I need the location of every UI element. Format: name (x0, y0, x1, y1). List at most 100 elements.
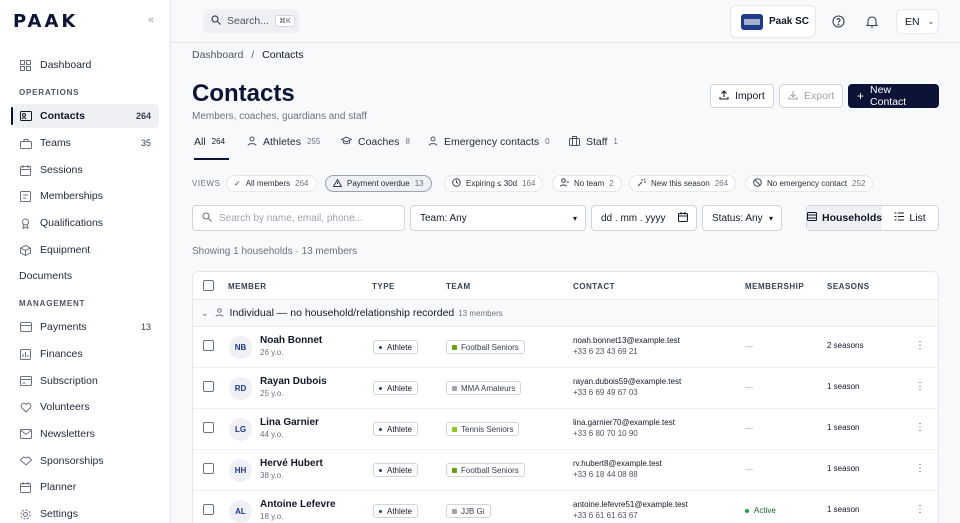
team-badge[interactable]: Football Seniors (446, 340, 525, 354)
sidebar-item-teams[interactable]: Teams 35 (11, 131, 159, 155)
contact-phone[interactable]: +33 6 61 61 63 67 (573, 511, 638, 520)
column-member[interactable]: MEMBER (228, 282, 267, 291)
table-row[interactable]: LG Lina Garnier 44 y.o. Athlete Tennis Senio… (193, 409, 938, 450)
sidebar-item-subscription[interactable]: Subscription (11, 369, 159, 393)
export-button[interactable]: Export (779, 84, 843, 108)
sidebar-item-finances[interactable]: Finances (11, 342, 159, 366)
column-contact[interactable]: CONTACT (573, 282, 615, 291)
sidebar-item-memberships[interactable]: Memberships (11, 184, 159, 208)
contact-search-input[interactable]: Search by name, email, phone... (192, 205, 405, 231)
language-select[interactable]: EN ⌄ (896, 9, 939, 34)
row-checkbox[interactable] (203, 340, 214, 351)
import-button[interactable]: Import (710, 84, 774, 108)
member-name[interactable]: Lina Garnier (260, 417, 319, 428)
more-options-icon[interactable]: ⋮ (915, 504, 925, 515)
chip-label: No emergency contact (767, 179, 848, 188)
sidebar-item-contacts[interactable]: Contacts 264 (11, 104, 159, 128)
person-minus-icon (560, 178, 569, 189)
view-chip-no-emergency-contact[interactable]: No emergency contact 252 (745, 175, 874, 192)
table-row[interactable]: AL Antoine Lefevre 18 y.o. Athlete JJB Gi ant… (193, 491, 938, 523)
more-options-icon[interactable]: ⋮ (915, 340, 925, 351)
help-icon[interactable] (830, 13, 846, 29)
contact-email[interactable]: noah.bonnet13@example.test (573, 336, 680, 345)
tab-athletes[interactable]: Athletes 255 (247, 136, 320, 160)
sidebar-item-dashboard[interactable]: Dashboard (11, 53, 159, 77)
view-chip-new-this-season[interactable]: New this season 264 (629, 175, 737, 192)
team-badge[interactable]: MMA Amateurs (446, 381, 522, 395)
column-membership[interactable]: MEMBERSHIP (745, 282, 804, 291)
view-chip-expiring[interactable]: Expiring ≤ 30d 164 (444, 175, 544, 192)
sidebar-item-equipment[interactable]: Equipment (11, 238, 159, 262)
household-group-row[interactable]: ⌄ Individual — no household/relationship… (193, 300, 938, 327)
team-label: Football Seniors (461, 465, 519, 475)
view-chip-no-team[interactable]: No team 2 (552, 175, 622, 192)
tab-all[interactable]: All 264 (194, 136, 229, 160)
graduation-cap-icon (340, 136, 353, 148)
member-name[interactable]: Rayan Dubois (260, 376, 327, 387)
more-options-icon[interactable]: ⋮ (915, 463, 925, 474)
contact-email[interactable]: antoine.lefevre51@example.test (573, 500, 688, 509)
new-contact-button[interactable]: + New Contact (848, 84, 939, 108)
team-filter-select[interactable]: Team: Any ▾ (410, 205, 586, 231)
row-checkbox[interactable] (203, 504, 214, 515)
contact-email[interactable]: rv.hubert8@example.test (573, 459, 662, 468)
table-row[interactable]: NB Noah Bonnet 26 y.o. Athlete Football Seni… (193, 327, 938, 368)
tab-staff[interactable]: Staff 1 (569, 136, 618, 160)
team-badge[interactable]: Football Seniors (446, 463, 525, 477)
member-age: 26 y.o. (260, 348, 284, 357)
contact-email[interactable]: rayan.dubois59@example.test (573, 377, 681, 386)
table-row[interactable]: RD Rayan Dubois 25 y.o. Athlete MMA Amateurs… (193, 368, 938, 409)
status-filter-select[interactable]: Status: Any ▾ (702, 205, 782, 231)
sidebar-item-qualifications[interactable]: Qualifications (11, 211, 159, 235)
sidebar-item-sessions[interactable]: Sessions (11, 158, 159, 182)
sidebar-item-newsletters[interactable]: Newsletters (11, 422, 159, 446)
column-seasons[interactable]: SEASONS (827, 282, 870, 291)
contact-phone[interactable]: +33 6 69 49 67 03 (573, 388, 638, 397)
sidebar-item-planner[interactable]: Planner (11, 475, 159, 499)
more-options-icon[interactable]: ⋮ (915, 381, 925, 392)
date-filter-input[interactable]: dd . mm . yyyy (591, 205, 697, 231)
sidebar-item-label: Teams (40, 137, 71, 149)
row-checkbox[interactable] (203, 463, 214, 474)
sidebar-item-payments[interactable]: Payments 13 (11, 315, 159, 339)
table-row[interactable]: HH Hervé Hubert 38 y.o. Athlete Football Sen… (193, 450, 938, 491)
rows-icon (807, 212, 817, 224)
main-content: Dashboard / Contacts Contacts Members, c… (171, 43, 960, 523)
row-checkbox[interactable] (203, 381, 214, 392)
app-logo[interactable]: PAAK (13, 11, 78, 32)
team-badge[interactable]: Tennis Seniors (446, 422, 520, 436)
finances-icon (19, 348, 32, 361)
tab-coaches[interactable]: Coaches 8 (340, 136, 410, 160)
view-chip-all-members[interactable]: ✓ All members 264 (226, 175, 317, 192)
language-value: EN (905, 15, 920, 28)
list-toggle[interactable]: List (882, 206, 938, 230)
sidebar-item-settings[interactable]: Settings (11, 502, 159, 523)
more-options-icon[interactable]: ⋮ (915, 422, 925, 433)
collapse-sidebar-icon[interactable]: « (148, 14, 154, 26)
member-name[interactable]: Noah Bonnet (260, 335, 322, 346)
sidebar-item-sponsorships[interactable]: Sponsorships (11, 449, 159, 473)
sidebar-item-documents[interactable]: Documents (19, 270, 72, 282)
contact-phone[interactable]: +33 6 80 70 10 90 (573, 429, 638, 438)
bell-icon[interactable] (864, 13, 880, 29)
tab-emergency-contacts[interactable]: Emergency contacts 0 (428, 136, 550, 160)
contact-email[interactable]: lina.garnier70@example.test (573, 418, 675, 427)
member-name[interactable]: Antoine Lefevre (260, 499, 336, 510)
row-checkbox[interactable] (203, 422, 214, 433)
view-chip-payment-overdue[interactable]: Payment overdue 13 (325, 175, 432, 192)
sidebar-item-volunteers[interactable]: Volunteers (11, 395, 159, 419)
chevron-down-icon[interactable]: ⌄ (201, 308, 209, 319)
column-team[interactable]: TEAM (446, 282, 471, 291)
list-icon (894, 212, 905, 224)
club-switcher[interactable]: Paak SC (730, 5, 816, 38)
households-toggle[interactable]: Households (807, 206, 883, 230)
team-badge[interactable]: JJB Gi (446, 504, 491, 518)
column-type[interactable]: TYPE (372, 282, 395, 291)
breadcrumb-dashboard[interactable]: Dashboard (192, 49, 243, 61)
member-name[interactable]: Hervé Hubert (260, 458, 323, 469)
contact-phone[interactable]: +33 6 23 43 69 21 (573, 347, 638, 356)
select-all-checkbox[interactable] (203, 280, 214, 291)
contact-phone[interactable]: +33 6 18 44 08 88 (573, 470, 638, 479)
global-search[interactable]: Search... ⌘K (203, 9, 299, 33)
club-logo (741, 13, 763, 30)
